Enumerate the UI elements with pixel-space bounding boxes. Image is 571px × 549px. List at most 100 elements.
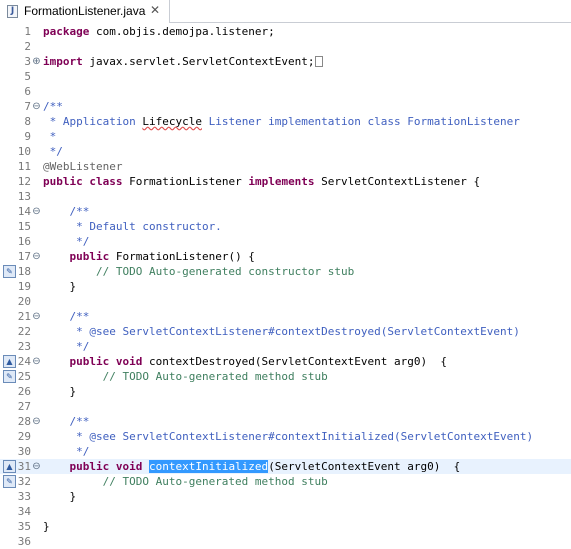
code-token: */	[43, 340, 90, 353]
fold-collapse-icon[interactable]: ⊖	[31, 459, 42, 474]
code-line[interactable]: 2	[0, 39, 571, 54]
line-number: 11	[17, 160, 31, 173]
code-line[interactable]: 22 * @see ServletContextListener#context…	[0, 324, 571, 339]
marker	[31, 369, 42, 384]
code-line[interactable]: 10 */	[0, 144, 571, 159]
code-text: // TODO Auto-generated constructor stub	[43, 264, 354, 279]
task-marker-icon[interactable]: ✎	[3, 265, 16, 278]
code-text: */	[43, 234, 89, 249]
code-line[interactable]: 27	[0, 399, 571, 414]
line-number: 9	[24, 130, 31, 143]
code-token: // TODO Auto-generated method stub	[43, 475, 328, 488]
code-token: // TODO Auto-generated constructor stub	[43, 265, 355, 278]
code-editor[interactable]: 1 package com.objis.demojpa.listener; 2 3 ⊕ i…	[0, 23, 571, 548]
code-text: */	[43, 444, 89, 459]
code-line[interactable]: 36	[0, 534, 571, 549]
fold-collapse-icon[interactable]: ⊖	[31, 309, 42, 324]
code-line[interactable]: 14 ⊖ /**	[0, 204, 571, 219]
code-text: }	[43, 519, 50, 534]
code-line[interactable]: 18 ✎ // TODO Auto-generated constructor s…	[0, 264, 571, 279]
code-token: package	[43, 25, 90, 38]
collapsed-imports-icon[interactable]	[314, 56, 323, 67]
line-number: 30	[17, 445, 31, 458]
close-icon[interactable]: ✕	[150, 3, 160, 17]
line-number: 33	[17, 490, 31, 503]
fold-collapse-icon[interactable]: ⊖	[31, 354, 42, 369]
code-line[interactable]: 21 ⊖ /**	[0, 309, 571, 324]
code-text: /**	[43, 99, 63, 114]
task-marker-icon[interactable]: ✎	[3, 475, 16, 488]
tab-title: FormationListener.java	[24, 4, 146, 18]
override-marker-icon[interactable]: ▲	[3, 355, 16, 368]
code-token: }	[43, 385, 77, 398]
code-token: /**	[43, 415, 90, 428]
line-number: 12	[17, 175, 31, 188]
override-marker-icon[interactable]: ▲	[3, 460, 16, 473]
code-text: */	[43, 144, 63, 159]
code-line[interactable]: 26 }	[0, 384, 571, 399]
code-line[interactable]: 20	[0, 294, 571, 309]
line-number: 28	[17, 415, 31, 428]
code-line[interactable]: 8 * Application Lifecycle Listener imple…	[0, 114, 571, 129]
code-text: /**	[43, 309, 89, 324]
code-token: public void	[43, 460, 143, 473]
fold-expand-icon[interactable]: ⊕	[31, 54, 42, 69]
line-number: 34	[17, 505, 31, 518]
code-line[interactable]: 23 */	[0, 339, 571, 354]
code-line[interactable]: 32 ✎ // TODO Auto-generated method stub	[0, 474, 571, 489]
code-text: * @see ServletContextListener#contextIni…	[43, 429, 533, 444]
code-token: }	[43, 490, 77, 503]
code-token: * Application	[43, 115, 143, 128]
code-text: * Default constructor.	[43, 219, 222, 234]
code-line[interactable]: 25 ✎ // TODO Auto-generated method stub	[0, 369, 571, 384]
code-token: /**	[43, 100, 63, 113]
code-text: * Application Lifecycle Listener impleme…	[43, 114, 520, 129]
fold-collapse-icon[interactable]: ⊖	[31, 99, 42, 114]
code-line[interactable]: 13	[0, 189, 571, 204]
code-line[interactable]: 9 *	[0, 129, 571, 144]
code-text: public void contextInitialized(ServletCo…	[43, 459, 460, 474]
code-token: @WebListener	[43, 160, 123, 173]
fold-collapse-icon[interactable]: ⊖	[31, 204, 42, 219]
line-number: 13	[17, 190, 31, 203]
code-line[interactable]: 15 * Default constructor.	[0, 219, 571, 234]
line-number: 1	[24, 25, 31, 38]
line-number: 3	[24, 55, 31, 68]
code-line[interactable]: 17 ⊖ public FormationListener() {	[0, 249, 571, 264]
task-marker-icon[interactable]: ✎	[3, 370, 16, 383]
line-number: 10	[17, 145, 31, 158]
code-text: public class FormationListener implement…	[43, 174, 480, 189]
code-line[interactable]: 24 ⊖ ▲ public void contextDestroyed(Servle…	[0, 354, 571, 369]
code-line[interactable]: 5	[0, 69, 571, 84]
code-token: public	[43, 250, 110, 263]
editor-tab[interactable]: J FormationListener.java ✕	[0, 0, 170, 23]
code-line[interactable]: 1 package com.objis.demojpa.listener;	[0, 24, 571, 39]
code-line[interactable]: 35}	[0, 519, 571, 534]
code-line[interactable]: 6	[0, 84, 571, 99]
code-line[interactable]: 19 }	[0, 279, 571, 294]
code-token: /**	[43, 310, 90, 323]
code-line[interactable]: 16 */	[0, 234, 571, 249]
code-line[interactable]: 7 ⊖/**	[0, 99, 571, 114]
code-line[interactable]: 30 */	[0, 444, 571, 459]
code-line[interactable]: 3 ⊕ import javax.servlet.ServletContextEve…	[0, 54, 571, 69]
code-token: Lifecycle	[142, 115, 202, 128]
code-token: public class	[43, 175, 123, 188]
code-token: *	[43, 130, 57, 143]
code-line[interactable]: 28 ⊖ /**	[0, 414, 571, 429]
code-token: }	[43, 520, 50, 533]
code-text: }	[43, 384, 76, 399]
fold-collapse-icon[interactable]: ⊖	[31, 249, 42, 264]
code-line[interactable]: 34	[0, 504, 571, 519]
code-text: // TODO Auto-generated method stub	[43, 474, 328, 489]
code-line[interactable]: 31 ⊖ ▲ public void contextInitialized(Serv…	[0, 459, 571, 474]
line-number: 21	[17, 310, 31, 323]
fold-collapse-icon[interactable]: ⊖	[31, 414, 42, 429]
code-token: * Default constructor.	[43, 220, 222, 233]
code-line[interactable]: 33 }	[0, 489, 571, 504]
code-line[interactable]: 12 public class FormationListener impleme…	[0, 174, 571, 189]
code-text: }	[43, 279, 76, 294]
code-text: package com.objis.demojpa.listener;	[43, 24, 275, 39]
code-line[interactable]: 29 * @see ServletContextListener#context…	[0, 429, 571, 444]
code-line[interactable]: 11 @WebListener	[0, 159, 571, 174]
